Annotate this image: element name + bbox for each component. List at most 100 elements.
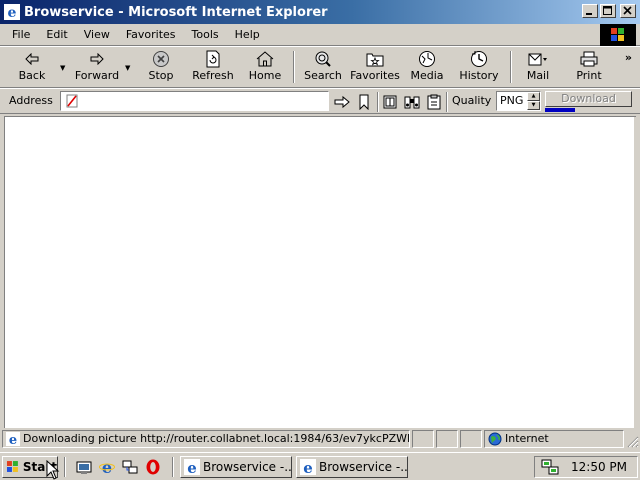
forward-button[interactable]: Forward (74, 49, 120, 85)
screen: e Browservice - Microsoft Internet Explo… (0, 0, 640, 480)
menu-favorites[interactable]: Favorites (118, 25, 184, 45)
standard-toolbar: Back ▼ Forward ▼ Stop Refresh Home Searc… (0, 46, 640, 88)
status-bar: e Downloading picture http://router.coll… (0, 429, 640, 449)
refresh-button[interactable]: Refresh (192, 49, 234, 85)
title-bar[interactable]: e Browservice - Microsoft Internet Explo… (0, 0, 640, 24)
favorites-label: Favorites (350, 69, 400, 82)
status-message-pane: e Downloading picture http://router.coll… (2, 430, 410, 448)
menu-help[interactable]: Help (227, 25, 268, 45)
menu-bar: File Edit View Favorites Tools Help (0, 24, 640, 46)
status-pane-empty (460, 430, 482, 448)
print-label: Print (576, 69, 602, 82)
taskbar-divider (64, 457, 66, 477)
taskbar-window-button[interactable]: e Browservice -... (296, 456, 408, 478)
download-button[interactable]: Download (545, 91, 632, 107)
go-arrow-icon[interactable] (333, 93, 351, 111)
quality-spinner[interactable]: PNG ▲ ▼ (496, 91, 541, 111)
maximize-button[interactable] (600, 4, 616, 18)
quality-label: Quality (452, 94, 492, 107)
status-pane-empty (436, 430, 458, 448)
taskbar-divider (172, 457, 174, 477)
media-icon (417, 49, 437, 69)
minimize-button[interactable] (582, 4, 598, 18)
address-bar: Address Quality PNG ▲ ▼ Download (0, 88, 640, 114)
svg-text:e: e (303, 459, 313, 475)
forward-dropdown-arrow-icon[interactable]: ▼ (125, 65, 133, 72)
ie-task-icon: e (300, 459, 316, 475)
back-dropdown-arrow-icon[interactable]: ▼ (60, 65, 68, 72)
system-tray: 12:50 PM (534, 456, 638, 478)
favorites-button[interactable]: Favorites (350, 49, 400, 85)
back-arrow-icon (22, 49, 42, 69)
address-label: Address (9, 94, 53, 107)
history-button[interactable]: History (458, 49, 500, 85)
close-button[interactable] (620, 4, 636, 18)
bookmark-icon[interactable] (355, 93, 373, 111)
menu-file[interactable]: File (4, 25, 38, 45)
media-button[interactable]: Media (410, 49, 444, 85)
back-label: Back (18, 69, 46, 82)
spin-up-icon[interactable]: ▲ (527, 92, 540, 101)
clipboard-icon[interactable] (425, 93, 443, 111)
taskbar: Start e e Browservice -... e Browservice… (0, 452, 640, 480)
svg-text:e: e (9, 433, 17, 446)
stop-icon (151, 49, 171, 69)
forward-label: Forward (74, 69, 120, 82)
spin-down-icon[interactable]: ▼ (527, 101, 540, 110)
svg-text:e: e (8, 5, 17, 20)
resize-grip-icon[interactable] (627, 436, 639, 448)
stop-button[interactable]: Stop (145, 49, 177, 85)
window-controls (582, 4, 636, 18)
toolbar-more-chevron-icon[interactable]: » (625, 51, 632, 64)
media-label: Media (410, 69, 444, 82)
home-icon (255, 49, 275, 69)
address-input[interactable] (80, 93, 328, 109)
forward-arrow-icon (87, 49, 107, 69)
status-zone-text: Internet (505, 432, 549, 445)
download-progress-bar (545, 108, 632, 112)
network-icon[interactable] (121, 459, 139, 475)
book-icon[interactable] (381, 93, 399, 111)
mail-icon (528, 49, 548, 69)
mouse-cursor-icon (46, 460, 60, 480)
status-zone-pane: Internet (484, 430, 624, 448)
history-label: History (459, 69, 499, 82)
show-desktop-icon[interactable] (75, 459, 93, 475)
taskbar-window-label: Browservice -... (203, 460, 292, 474)
home-label: Home (248, 69, 282, 82)
printer-icon (579, 49, 599, 69)
internet-explorer-icon[interactable]: e (98, 459, 116, 475)
svg-text:e: e (102, 459, 112, 475)
taskbar-window-button[interactable]: e Browservice -... (180, 456, 292, 478)
menu-edit[interactable]: Edit (38, 25, 75, 45)
svg-text:e: e (187, 459, 197, 475)
network-tray-icon[interactable] (541, 459, 559, 475)
stop-label: Stop (148, 69, 174, 82)
ie-icon: e (4, 4, 20, 20)
menu-view[interactable]: View (76, 25, 118, 45)
search-button[interactable]: Search (304, 49, 342, 85)
home-button[interactable]: Home (248, 49, 282, 85)
status-pane-empty (412, 430, 434, 448)
content-right-edge (634, 117, 636, 428)
back-button[interactable]: Back (14, 49, 50, 85)
favorites-folder-icon (365, 49, 385, 69)
search-icon (313, 49, 333, 69)
binoculars-icon[interactable] (403, 93, 421, 111)
address-field[interactable] (60, 91, 329, 111)
history-icon (469, 49, 489, 69)
ie-task-icon: e (184, 459, 200, 475)
mail-button[interactable]: Mail (522, 49, 554, 85)
broken-page-icon (64, 93, 80, 109)
taskbar-clock: 12:50 PM (571, 460, 627, 474)
print-button[interactable]: Print (574, 49, 604, 85)
ie-page-icon: e (5, 431, 21, 447)
page-content[interactable] (4, 116, 636, 428)
search-label: Search (304, 69, 342, 82)
mail-label: Mail (526, 69, 550, 82)
quality-spin-buttons: ▲ ▼ (527, 92, 540, 110)
menu-tools[interactable]: Tools (184, 25, 227, 45)
taskbar-window-label: Browservice -... (319, 460, 408, 474)
windows-flag-icon (6, 461, 18, 472)
opera-icon[interactable] (144, 459, 162, 475)
